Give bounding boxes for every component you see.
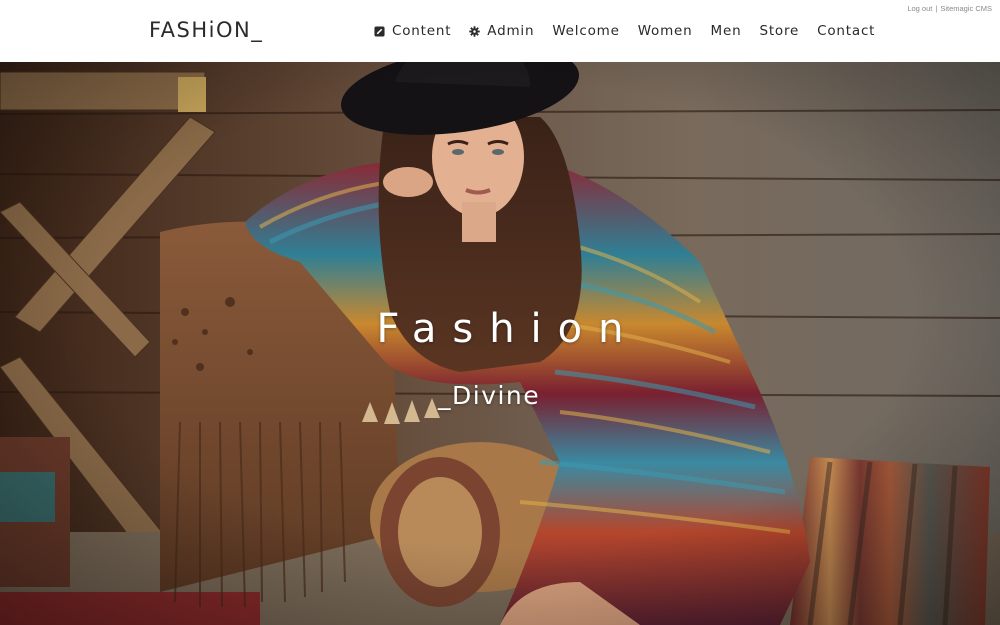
utility-separator: | [935, 4, 938, 13]
gear-icon [469, 25, 481, 37]
nav-item-label: Store [759, 23, 800, 39]
edit-icon [374, 25, 385, 37]
main-nav: Content Admin Welcome Women Men Store Co… [374, 23, 875, 39]
nav-item-label: Women [637, 23, 693, 39]
nav-item-contact[interactable]: Contact [817, 23, 875, 39]
nav-item-label: Contact [817, 23, 876, 39]
utility-links: Log out | Sitemagic CMS [907, 4, 992, 13]
nav-item-label: Welcome [552, 23, 620, 39]
nav-item-welcome[interactable]: Welcome [552, 23, 619, 39]
nav-item-label: Content [392, 23, 452, 39]
nav-item-women[interactable]: Women [638, 23, 693, 39]
site-logo[interactable]: FASHiON_ [149, 18, 263, 42]
hero-banner: Fashion _Divine [0, 62, 1000, 625]
nav-item-men[interactable]: Men [711, 23, 742, 39]
nav-item-store[interactable]: Store [759, 23, 799, 39]
hero-title: Fashion [376, 306, 640, 352]
site-header: Log out|Sitemagic CMS FASHiON_ Content [0, 0, 1000, 62]
logout-link[interactable]: Log out [907, 4, 932, 13]
nav-item-label: Admin [487, 23, 535, 39]
nav-item-content[interactable]: Content [374, 23, 451, 39]
nav-item-label: Men [710, 23, 742, 39]
cms-link[interactable]: Sitemagic CMS [940, 4, 992, 13]
hero-subtitle: _Divine [438, 381, 541, 410]
nav-item-admin[interactable]: Admin [469, 23, 534, 39]
